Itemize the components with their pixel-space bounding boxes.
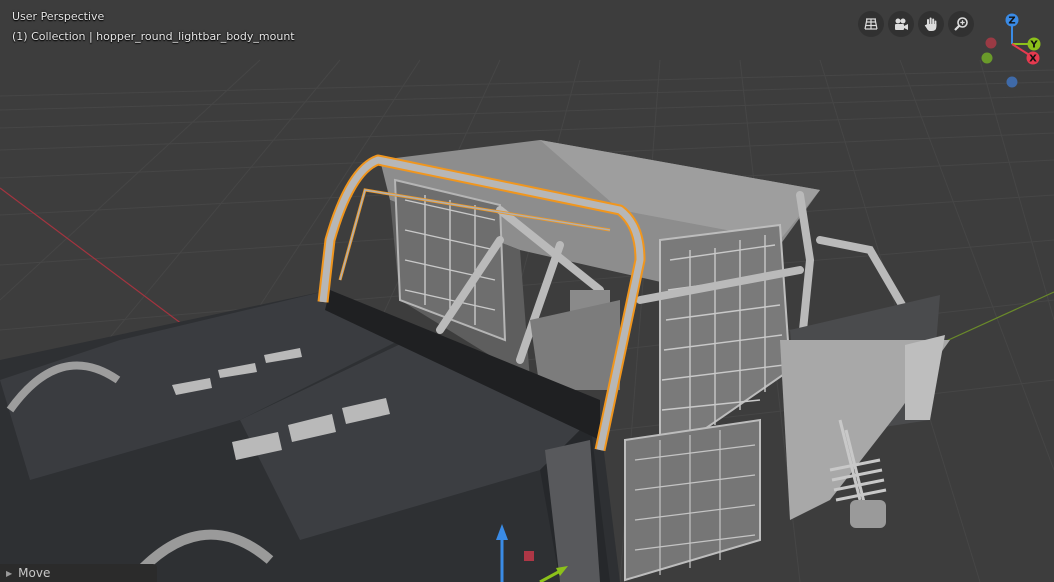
x-axis-label: X bbox=[1029, 54, 1037, 65]
3d-viewport[interactable]: User Perspective (1) Collection | hopper… bbox=[0, 0, 1054, 582]
vehicle-model[interactable] bbox=[0, 140, 950, 582]
camera-icon bbox=[895, 18, 908, 30]
orientation-gizmo[interactable]: Z Y X bbox=[975, 8, 1050, 92]
operator-label: Move bbox=[18, 566, 51, 580]
camera-view-button[interactable] bbox=[888, 11, 914, 37]
zoom-view-button[interactable] bbox=[948, 11, 974, 37]
viewport-scene[interactable] bbox=[0, 0, 1054, 582]
active-object-label: (1) Collection | hopper_round_lightbar_b… bbox=[12, 30, 295, 43]
hand-icon bbox=[924, 17, 937, 31]
neg-x-axis-handle[interactable] bbox=[985, 37, 997, 49]
toggle-camera-view-button[interactable] bbox=[858, 11, 884, 37]
last-operator-panel[interactable]: ▶ Move bbox=[0, 564, 157, 582]
grid-icon bbox=[864, 18, 878, 30]
z-axis-label: Z bbox=[1008, 16, 1015, 27]
neg-y-axis-handle[interactable] bbox=[981, 52, 993, 64]
neg-z-axis-handle[interactable] bbox=[1006, 76, 1018, 88]
expand-triangle-icon: ▶ bbox=[6, 568, 13, 578]
magnifier-plus-icon bbox=[954, 17, 968, 31]
y-axis-label: Y bbox=[1029, 40, 1038, 51]
x-axis-line bbox=[0, 187, 191, 331]
pan-view-button[interactable] bbox=[918, 11, 944, 37]
viewport-view-name: User Perspective bbox=[12, 10, 105, 23]
